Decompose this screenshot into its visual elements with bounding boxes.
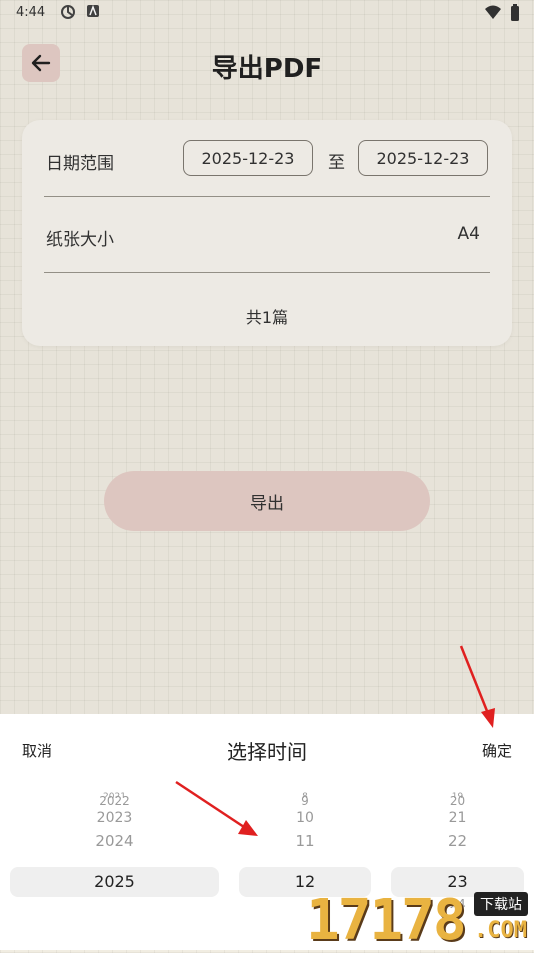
watermark-badge: 下载站 bbox=[474, 892, 528, 916]
watermark-suffix: .COM bbox=[474, 918, 527, 943]
wheel-item: 20 bbox=[449, 794, 466, 808]
annotation-arrow-icon bbox=[459, 645, 495, 728]
dim-overlay[interactable] bbox=[0, 0, 534, 714]
picker-title: 选择时间 bbox=[227, 740, 307, 764]
annotation-arrow-icon bbox=[175, 780, 258, 836]
watermark-digits: 17178 bbox=[306, 888, 467, 953]
site-watermark: 17178 下载站 .COM bbox=[306, 888, 534, 953]
confirm-button[interactable]: 确定 bbox=[482, 740, 512, 761]
selected-year: 2025 bbox=[94, 872, 135, 891]
wheel-item: 21 bbox=[448, 810, 467, 826]
wheel-item: 22 bbox=[447, 832, 468, 850]
